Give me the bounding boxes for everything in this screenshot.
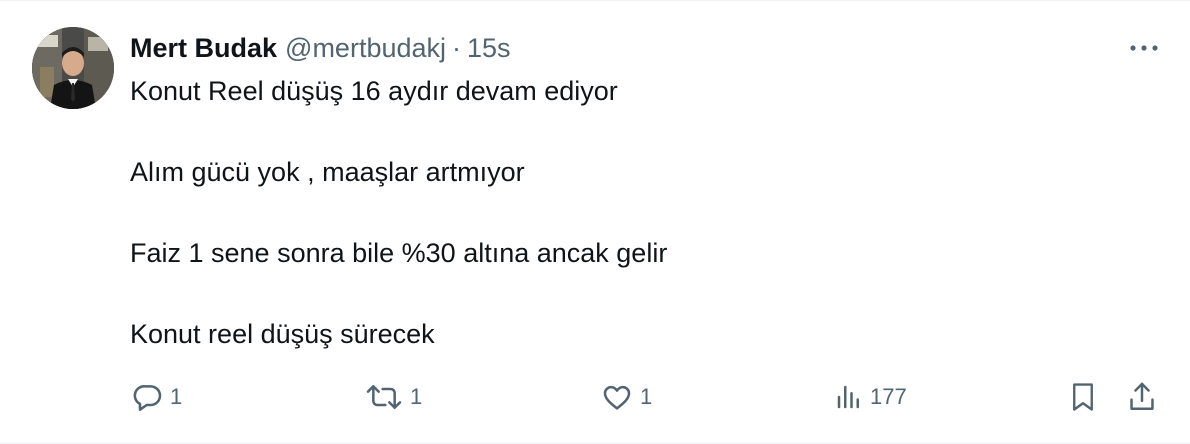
tweet-line: Konut Reel düşüş 16 aydır devam ediyor [130,76,618,106]
tweet-text: Konut Reel düşüş 16 aydır devam ediyor A… [130,73,1130,352]
views-count: 177 [870,384,907,409]
tweet-header: Mert Budak @mertbudakj · 15s [130,31,511,65]
like-count: 1 [640,384,653,409]
tweet-card[interactable]: Mert Budak @mertbudakj · 15s Konut Reel … [0,0,1190,444]
views-icon [834,381,864,413]
tweet-line: Alım gücü yok , maaşlar artmıyor [130,157,525,187]
views-button[interactable]: 177 [834,377,907,417]
tweet-timestamp[interactable]: 15s [467,33,511,64]
bookmark-icon [1068,380,1098,414]
like-button[interactable]: 1 [600,377,652,417]
retweet-button[interactable]: 1 [364,377,422,417]
author-handle[interactable]: @mertbudakj [285,33,446,64]
retweet-icon [364,381,404,413]
retweet-count: 1 [410,384,423,409]
like-icon [600,381,634,413]
header-separator: · [452,32,462,63]
share-icon [1126,380,1158,414]
tweet-line: Konut reel düşüş sürecek [130,319,435,349]
tweet-actions: 1 1 1 177 [130,377,1170,417]
bookmark-button[interactable] [1068,377,1098,417]
reply-button[interactable]: 1 [132,377,182,417]
avatar[interactable] [32,27,114,109]
author-name[interactable]: Mert Budak [130,33,277,64]
more-icon[interactable] [1126,35,1162,61]
share-button[interactable] [1126,377,1158,417]
reply-icon [132,381,164,413]
reply-count: 1 [170,384,183,409]
tweet-line: Faiz 1 sene sonra bile %30 altına ancak … [130,238,668,268]
